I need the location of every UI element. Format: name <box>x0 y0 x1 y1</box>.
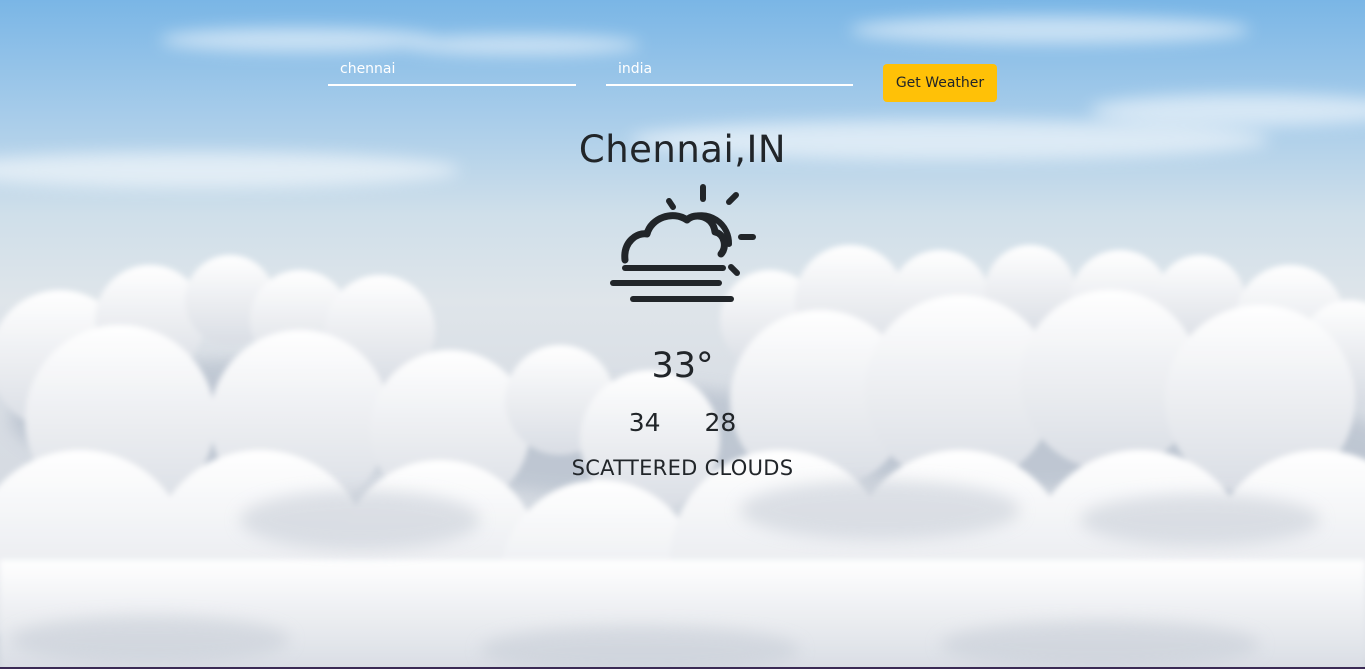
sun-behind-cloud-fog-icon <box>610 184 756 302</box>
temperature-range: 34 28 <box>0 408 1365 437</box>
min-temperature: 28 <box>704 408 737 437</box>
weather-app: Get Weather Chennai,IN 33° <box>0 0 1365 669</box>
weather-description: SCATTERED CLOUDS <box>571 456 794 480</box>
weather-result: Chennai,IN 33° 34 28 SCATTERED CLOUDS <box>0 0 1365 669</box>
current-temperature: 33° <box>651 346 714 386</box>
max-temperature: 34 <box>628 408 661 437</box>
location-title: Chennai,IN <box>578 128 787 171</box>
